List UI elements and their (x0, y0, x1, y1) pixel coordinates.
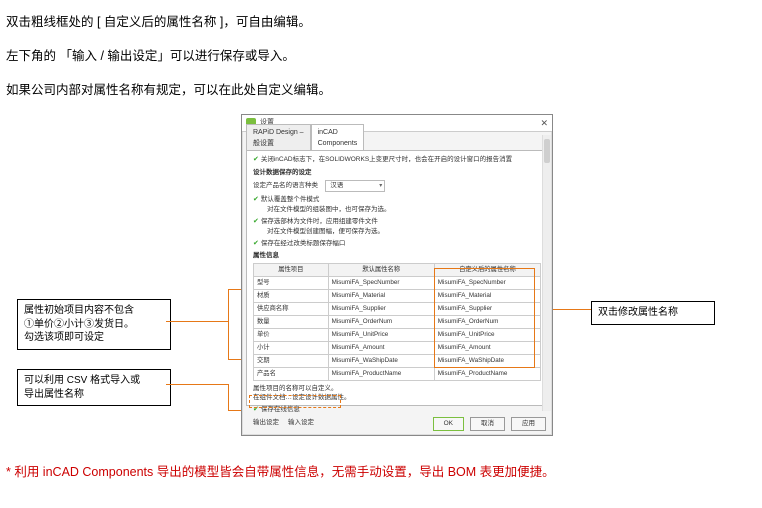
tab1-line1: RAPiD Design – (253, 127, 304, 138)
dialog-tabs: RAPiD Design – 般设置 inCAD Components (242, 132, 552, 150)
io-import-link[interactable]: 输入设定 (288, 419, 314, 426)
cell-default: MisumiFA_OrderNum (328, 315, 434, 328)
cell-default: MisumiFA_SpecNumber (328, 276, 434, 289)
callout-left-1: 属性初始项目内容不包含 ①单价②小计③发货日。 勾选该项即可设定 (17, 299, 171, 350)
scrollbar-thumb[interactable] (544, 139, 550, 163)
opt3[interactable]: 保存在经过改类标题保存幅口 (253, 239, 541, 249)
paragraph-3: 如果公司内部对属性名称有规定，可以在此处自定义编辑。 (6, 80, 756, 100)
cell-default: MisumiFA_Amount (328, 341, 434, 354)
opt1a[interactable]: 默认覆盖整个件模式 (253, 195, 541, 205)
io-export-link[interactable]: 输出设定 (253, 419, 279, 426)
opt2a[interactable]: 保存选部林为文件时，应用组建零件文件 (253, 217, 541, 227)
cell-custom[interactable]: MisumiFA_Amount (434, 341, 540, 354)
table-row: 材质MisumiFA_MaterialMisumiFA_Material (254, 289, 541, 302)
cell-item: 材质 (254, 289, 329, 302)
tab2-line2: Components (318, 138, 358, 149)
table-header: 属性项目 默认属性名称 自定义后的属性名称 (254, 263, 541, 276)
table-row: 供应商名称MisumiFA_SupplierMisumiFA_Supplier (254, 302, 541, 315)
rows-hint: 属性项目的名称可以自定义。 (253, 384, 541, 393)
paragraph-1: 双击粗线框处的 [ 自定义后的属性名称 ]，可自由编辑。 (6, 12, 756, 32)
settings-dialog: 设置 ✕ RAPiD Design – 般设置 inCAD Components… (241, 114, 553, 436)
callout-left-1-line3: 勾选该项即可设定 (24, 331, 164, 345)
cell-custom[interactable]: MisumiFA_SpecNumber (434, 276, 540, 289)
callout-left-2-line1: 可以利用 CSV 格式导入或 (24, 374, 164, 388)
connector-l2-h (166, 384, 228, 385)
tab2-line1: inCAD (318, 127, 358, 138)
cell-custom[interactable]: MisumiFA_WaShipDate (434, 355, 540, 368)
lang-label: 设定产品名的语言种类 (253, 182, 318, 189)
th-item: 属性项目 (254, 263, 329, 276)
cell-custom[interactable]: MisumiFA_Material (434, 289, 540, 302)
lang-select[interactable]: 汉语 (325, 180, 385, 192)
cell-item: 供应商名称 (254, 302, 329, 315)
callout-left-1-line2: ①单价②小计③发货日。 (24, 318, 164, 332)
apply-button[interactable]: 应用 (511, 417, 546, 431)
table-row: 型号MisumiFA_SpecNumberMisumiFA_SpecNumber (254, 276, 541, 289)
dialog-footer: OK 取消 应用 (433, 417, 546, 431)
figure: 属性初始项目内容不包含 ①单价②小计③发货日。 勾选该项即可设定 可以利用 CS… (11, 114, 751, 444)
ok-button[interactable]: OK (433, 417, 464, 431)
vertical-scrollbar[interactable] (542, 135, 551, 411)
callout-left-1-line1: 属性初始项目内容不包含 (24, 304, 164, 318)
table-row: 数量MisumiFA_OrderNumMisumiFA_OrderNum (254, 315, 541, 328)
lang-row: 设定产品名的语言种类 汉语 (253, 180, 541, 192)
tab1-line2: 般设置 (253, 138, 304, 149)
cell-default: MisumiFA_Material (328, 289, 434, 302)
connector-l1-v (228, 289, 229, 359)
callout-left-2: 可以利用 CSV 格式导入或 导出属性名称 (17, 369, 171, 406)
cell-custom[interactable]: MisumiFA_OrderNum (434, 315, 540, 328)
cell-custom[interactable]: MisumiFA_ProductName (434, 368, 540, 381)
property-table: 属性项目 默认属性名称 自定义后的属性名称 型号MisumiFA_SpecNum… (253, 263, 541, 382)
close-icon[interactable]: ✕ (540, 116, 548, 130)
connector-l1-h (166, 321, 228, 322)
cell-item: 产品名 (254, 368, 329, 381)
cell-item: 小计 (254, 341, 329, 354)
cell-default: MisumiFA_Supplier (328, 302, 434, 315)
cell-item: 交期 (254, 355, 329, 368)
dialog-sheet: 关闭inCAD标志下，在SOLIDWORKS上变更尺寸时，也会在开启的设计窗口的… (246, 150, 548, 406)
callout-right: 双击修改属性名称 (591, 301, 715, 325)
rows-hint2: 在组件文档…设定设计数据属性。 (253, 393, 541, 402)
tab-rapid-design[interactable]: RAPiD Design – 般设置 (246, 124, 311, 151)
section-save-settings: 设计数据保存的设定 (253, 168, 541, 177)
tab-incad-components[interactable]: inCAD Components (311, 124, 365, 151)
section-properties: 属性信息 (253, 251, 541, 260)
th-default: 默认属性名称 (328, 263, 434, 276)
banner-checkbox[interactable]: 关闭inCAD标志下，在SOLIDWORKS上变更尺寸时，也会在开启的设计窗口的… (253, 155, 541, 165)
cell-item: 单价 (254, 328, 329, 341)
cell-custom[interactable]: MisumiFA_Supplier (434, 302, 540, 315)
cell-custom[interactable]: MisumiFA_UnitPrice (434, 328, 540, 341)
table-row: 小计MisumiFA_AmountMisumiFA_Amount (254, 341, 541, 354)
opt1b: 对在文件模型的组装图中，也可保存为选。 (253, 205, 541, 214)
cell-default: MisumiFA_UnitPrice (328, 328, 434, 341)
cell-default: MisumiFA_ProductName (328, 368, 434, 381)
connector-l2-v (228, 384, 229, 410)
save-online-checkbox[interactable]: 保存在线信息 (253, 405, 541, 415)
opt2b: 对在文件模型创建图幅，便可保存为选。 (253, 227, 541, 236)
cell-item: 数量 (254, 315, 329, 328)
table-row: 产品名MisumiFA_ProductNameMisumiFA_ProductN… (254, 368, 541, 381)
table-row: 单价MisumiFA_UnitPriceMisumiFA_UnitPrice (254, 328, 541, 341)
cell-default: MisumiFA_WaShipDate (328, 355, 434, 368)
callout-left-2-line2: 导出属性名称 (24, 388, 164, 402)
cell-item: 型号 (254, 276, 329, 289)
table-row: 交期MisumiFA_WaShipDateMisumiFA_WaShipDate (254, 355, 541, 368)
th-custom: 自定义后的属性名称 (434, 263, 540, 276)
callout-right-line1: 双击修改属性名称 (598, 306, 708, 320)
paragraph-2: 左下角的 「输入 / 输出设定」可以进行保存或导入。 (6, 46, 756, 66)
footnote: * 利用 inCAD Components 导出的模型皆会自带属性信息，无需手动… (6, 462, 756, 482)
cancel-button[interactable]: 取消 (470, 417, 505, 431)
